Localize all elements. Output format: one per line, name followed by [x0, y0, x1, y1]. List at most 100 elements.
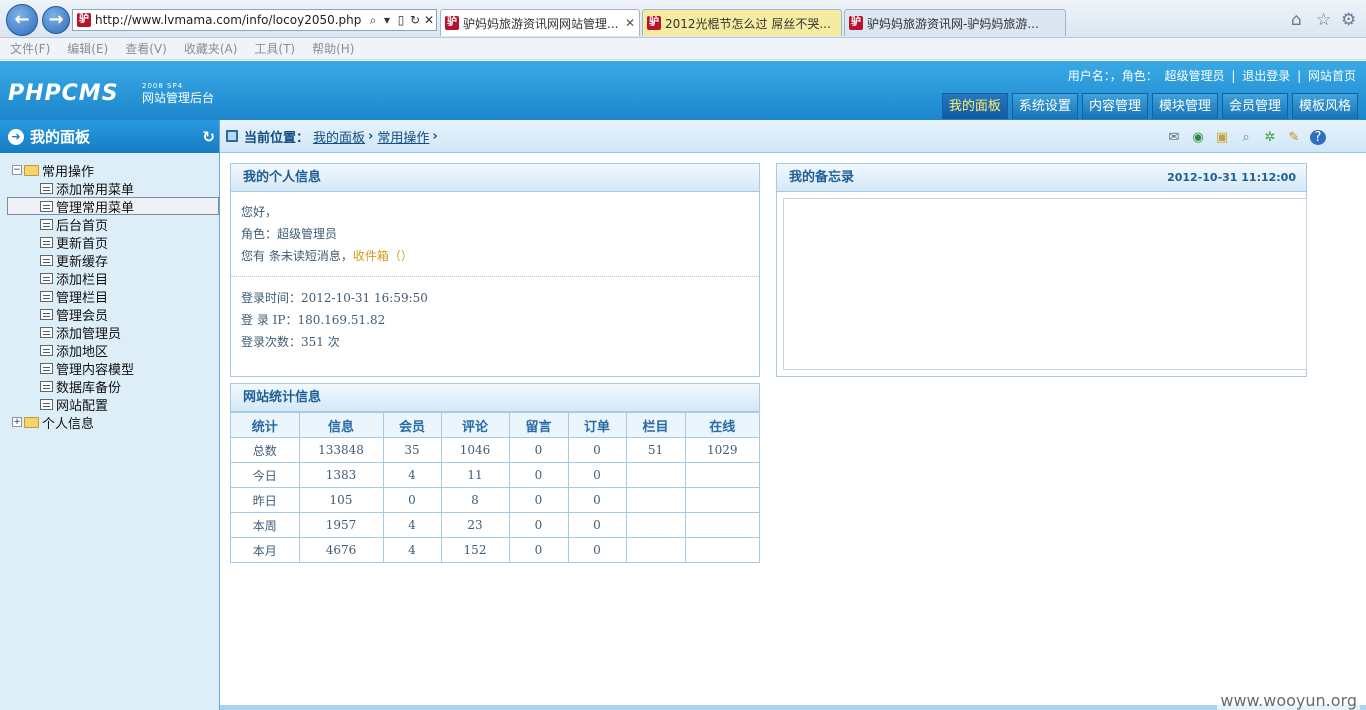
browser-tab-3[interactable]: 驴 驴妈妈旅游资讯网-驴妈妈旅游...	[844, 9, 1066, 36]
globe-icon[interactable]: ◉	[1190, 130, 1206, 145]
nav-my-panel[interactable]: 我的面板	[941, 93, 1008, 119]
tree-item-add-admin[interactable]: 添加管理员	[40, 323, 219, 342]
browser-toolbar: ← → 驴 http://www.lvmama.com/info/locoy20…	[0, 0, 1366, 38]
page-icon	[40, 290, 53, 302]
favorites-star-icon[interactable]: ☆	[1316, 10, 1331, 30]
search-icon[interactable]: ⌕	[1238, 130, 1254, 145]
column-header: 留言	[508, 412, 569, 438]
dropdown-icon[interactable]: ▾	[380, 13, 394, 27]
login-ip: 登 录 IP：180.169.51.82	[241, 313, 386, 327]
menu-favorites[interactable]: 收藏夹(A)	[184, 40, 238, 57]
browser-tab-2[interactable]: 驴 2012光棍节怎么过 屌丝不哭...	[642, 9, 842, 36]
memo-textarea[interactable]	[783, 198, 1307, 370]
refresh-icon[interactable]: ↻	[202, 128, 215, 146]
breadcrumb-prefix: 当前位置：	[244, 130, 310, 146]
separator: |	[1231, 69, 1236, 83]
column-header: 评论	[440, 412, 510, 438]
table-cell	[625, 487, 686, 513]
table-cell: 152	[440, 537, 510, 563]
tree-group-common[interactable]: − 常用操作	[12, 161, 219, 180]
tree-item-site-config[interactable]: 网站配置	[40, 395, 219, 414]
menu-tools[interactable]: 工具(T)	[254, 40, 295, 57]
tree-item-manage-category[interactable]: 管理栏目	[40, 287, 219, 306]
table-cell	[625, 462, 686, 488]
tree-item-manage-common-menu[interactable]: 管理常用菜单	[7, 197, 219, 216]
tab-close-icon[interactable]: ✕	[625, 16, 639, 30]
home-icon[interactable]: ⌂	[1291, 10, 1302, 30]
settings-gear-icon[interactable]: ⚙	[1341, 10, 1356, 30]
table-cell: 本月	[231, 537, 300, 563]
tree-item-content-model[interactable]: 管理内容模型	[40, 359, 219, 378]
tree-item-manage-members[interactable]: 管理会员	[40, 305, 219, 324]
site-home-link[interactable]: 网站首页	[1308, 69, 1356, 83]
tree-item-add-common-menu[interactable]: 添加常用菜单	[40, 179, 219, 198]
table-cell: 23	[440, 512, 510, 538]
nav-members[interactable]: 会员管理	[1221, 93, 1288, 119]
sidebar-header: ➜ 我的面板 ↻	[0, 120, 219, 153]
back-icon[interactable]: ←	[6, 4, 38, 36]
tree-item-db-backup[interactable]: 数据库备份	[40, 377, 219, 396]
recycle-icon[interactable]: ✲	[1262, 130, 1278, 145]
inbox-link[interactable]: 收件箱（）	[353, 249, 413, 263]
column-header: 会员	[382, 412, 442, 438]
tree-item-admin-home[interactable]: 后台首页	[40, 215, 219, 234]
nav-system-settings[interactable]: 系统设置	[1011, 93, 1078, 119]
folder-icon	[24, 164, 39, 176]
table-cell: 0	[508, 512, 569, 538]
compat-view-icon[interactable]: ▯	[394, 13, 408, 27]
table-cell: 1383	[298, 462, 384, 488]
note-icon[interactable]: ✎	[1286, 130, 1302, 145]
table-cell	[625, 512, 686, 538]
mail-icon[interactable]: ✉	[1166, 130, 1182, 145]
role-link[interactable]: 超级管理员	[1165, 69, 1225, 83]
logo: PHPCMS	[8, 81, 119, 106]
collapse-icon[interactable]: −	[12, 165, 22, 175]
logout-link[interactable]: 退出登录	[1242, 69, 1290, 83]
sidebar: ➜ 我的面板 ↻ − 常用操作 添加常用菜单 管理常用菜单 后台首页 更新首页 …	[0, 120, 220, 710]
help-icon[interactable]: ?	[1310, 130, 1326, 145]
site-stats-panel: 网站统计信息 统计 信息 会员 评论 留言 订单 栏目 在线 总数 133848 3…	[230, 383, 760, 563]
stop-icon[interactable]: ✕	[422, 13, 436, 27]
search-icon[interactable]: ⌕	[366, 13, 380, 28]
tree-group-personal[interactable]: + 个人信息	[12, 413, 219, 432]
personal-info-panel: 我的个人信息 您好， 角色：超级管理员 您有 条未读短消息，收件箱（） 登录时间…	[230, 163, 760, 377]
tree-item-label: 管理会员	[56, 308, 109, 324]
url-text[interactable]: http://www.lvmama.com/info/locoy2050.php	[95, 13, 366, 27]
menu-edit[interactable]: 编辑(E)	[67, 40, 108, 57]
breadcrumb-link-common[interactable]: 常用操作	[377, 127, 429, 146]
browser-menu-bar: 文件(F) 编辑(E) 查看(V) 收藏夹(A) 工具(T) 帮助(H)	[0, 38, 1366, 60]
nav-modules[interactable]: 模块管理	[1151, 93, 1218, 119]
table-cell: 0	[567, 487, 627, 513]
address-bar[interactable]: 驴 http://www.lvmama.com/info/locoy2050.p…	[72, 9, 437, 31]
menu-help[interactable]: 帮助(H)	[312, 40, 354, 57]
browser-tab-1[interactable]: 驴 驴妈妈旅游资讯网网站管理... ✕	[440, 9, 640, 36]
forward-icon[interactable]: →	[42, 6, 70, 34]
column-header: 在线	[684, 412, 759, 438]
panel-title: 我的备忘录 2012-10-31 11:12:00	[777, 164, 1306, 192]
page-icon	[40, 344, 53, 356]
tree-item-label: 管理常用菜单	[56, 200, 135, 216]
menu-file[interactable]: 文件(F)	[10, 40, 50, 57]
expand-icon[interactable]: +	[12, 417, 22, 427]
tree-item-update-home[interactable]: 更新首页	[40, 233, 219, 252]
role-line: 角色：超级管理员	[241, 227, 338, 241]
tree-item-update-cache[interactable]: 更新缓存	[40, 251, 219, 270]
logo-tagline: 网站管理后台	[142, 91, 215, 105]
table-row: 本月 4676 4 152 0 0	[231, 537, 759, 563]
tree-item-add-region[interactable]: 添加地区	[40, 341, 219, 360]
folder-icon[interactable]: ▣	[1214, 130, 1230, 145]
table-row: 今日 1383 4 11 0 0	[231, 462, 759, 488]
menu-view[interactable]: 查看(V)	[125, 40, 167, 57]
tree-item-label: 数据库备份	[56, 380, 122, 396]
tree-item-add-category[interactable]: 添加栏目	[40, 269, 219, 288]
nav-templates[interactable]: 模板风格	[1291, 93, 1358, 119]
refresh-icon[interactable]: ↻	[408, 13, 422, 27]
stats-table: 统计 信息 会员 评论 留言 订单 栏目 在线 总数 133848 35 1046 0 0…	[231, 412, 759, 563]
tab-favicon-icon: 驴	[445, 16, 459, 30]
menu-tree: − 常用操作 添加常用菜单 管理常用菜单 后台首页 更新首页 更新缓存 添加栏目…	[0, 153, 219, 432]
table-cell	[684, 462, 759, 488]
tab-favicon-icon: 驴	[647, 16, 661, 30]
nav-content[interactable]: 内容管理	[1081, 93, 1148, 119]
breadcrumb-link-panel[interactable]: 我的面板	[313, 127, 365, 146]
table-cell: 0	[508, 462, 569, 488]
